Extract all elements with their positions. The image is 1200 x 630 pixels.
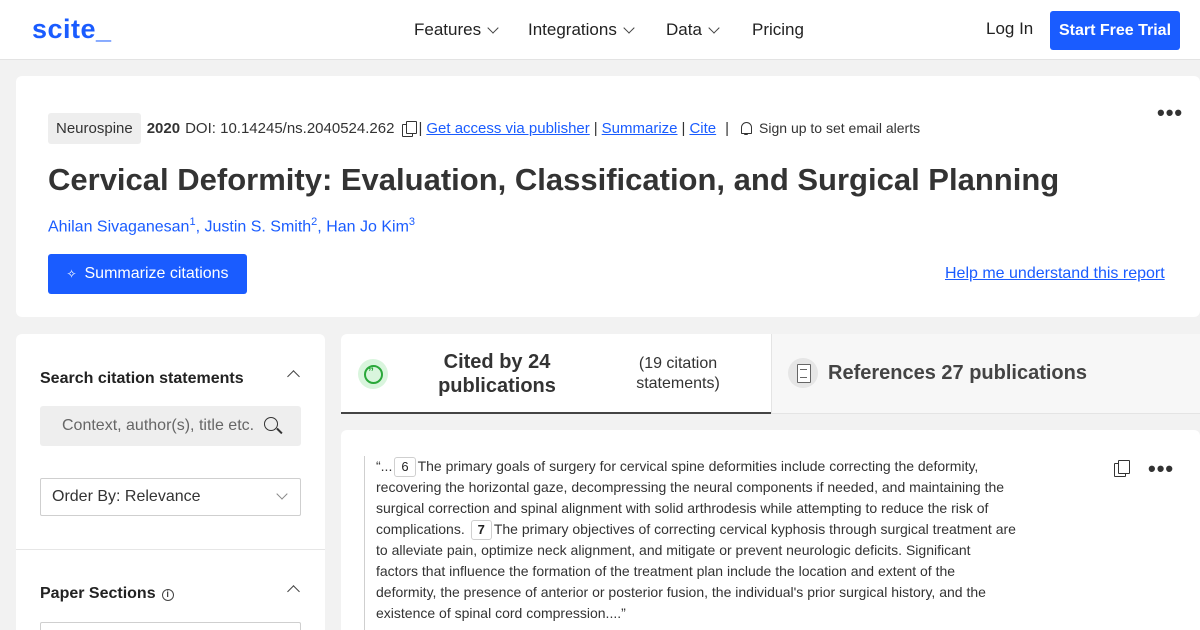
search-icon[interactable] (264, 417, 278, 431)
order-by-value: Order By: Relevance (52, 488, 201, 505)
copy-icon[interactable] (402, 120, 418, 137)
sidebar-divider (16, 549, 325, 550)
paper-sections-field[interactable] (40, 622, 301, 630)
paper-meta-row: Neurospine 2020 DOI: 10.14245/ns.2040524… (48, 112, 920, 144)
paper-header-card: Neurospine 2020 DOI: 10.14245/ns.2040524… (16, 76, 1200, 317)
doi-text: DOI: 10.14245/ns.2040524.262 (185, 119, 395, 137)
author-link[interactable]: Han Jo Kim (326, 218, 409, 235)
tab-references[interactable]: References 27 publications (771, 334, 1200, 414)
nav-pricing[interactable]: Pricing (752, 0, 804, 60)
meta-separator: | (681, 119, 686, 137)
author-affiliation: 3 (408, 216, 416, 228)
journal-badge[interactable]: Neurospine (48, 112, 141, 144)
filter-sidebar: Search citation statements Order By: Rel… (16, 334, 325, 630)
summarize-citations-button[interactable]: ✧ Summarize citations (48, 254, 247, 294)
more-options-icon[interactable]: ••• (1157, 100, 1183, 126)
search-citations-heading: Search citation statements (40, 370, 244, 387)
nav-integrations[interactable]: Integrations (528, 0, 635, 60)
start-trial-button[interactable]: Start Free Trial (1050, 11, 1180, 50)
summarize-link[interactable]: Summarize (602, 120, 678, 137)
citation-search-box (40, 406, 301, 446)
tab-cited-by[interactable]: ” Cited by 24 publications (19 citation … (341, 334, 771, 414)
chevron-down-icon (276, 488, 288, 500)
nav-pricing-label: Pricing (752, 20, 804, 39)
meta-separator: | (725, 119, 730, 137)
citation-search-input[interactable] (62, 406, 262, 446)
reference-number[interactable]: 6 (394, 457, 416, 477)
quote-open: “... (376, 458, 393, 474)
paper-sections-label: Paper Sections (40, 585, 156, 602)
chevron-down-icon (708, 21, 720, 34)
paper-title: Cervical Deformity: Evaluation, Classifi… (48, 162, 1060, 197)
chevron-up-icon[interactable] (287, 370, 300, 383)
chevron-up-icon[interactable] (287, 585, 300, 598)
publication-year: 2020 (146, 119, 181, 137)
nav-data-label: Data (666, 20, 702, 39)
citation-text: “... 6 The primary goals of surgery for ce… (376, 456, 1016, 624)
document-icon (788, 358, 818, 388)
info-icon[interactable]: i (161, 589, 174, 601)
cite-link[interactable]: Cite (689, 120, 716, 137)
login-link[interactable]: Log In (986, 19, 1033, 39)
nav-integrations-label: Integrations (528, 20, 617, 39)
author-link[interactable]: Ahilan Sivaganesan (48, 218, 189, 235)
magic-wand-icon: ✧ (66, 267, 77, 281)
author-separator: , (195, 218, 201, 236)
citation-quote: “... 6 The primary goals of surgery for ce… (364, 456, 1016, 630)
bell-icon[interactable] (739, 121, 753, 136)
more-options-icon[interactable]: ••• (1148, 456, 1174, 482)
citation-statements-count: (19 citation statements) (636, 355, 720, 392)
cited-by-count: Cited by 24 publications (438, 351, 556, 397)
summarize-citations-label: Summarize citations (84, 265, 229, 282)
meta-separator: | (418, 119, 423, 137)
author-link[interactable]: Justin S. Smith (204, 218, 311, 235)
reference-number[interactable]: 7 (470, 520, 492, 540)
top-navbar: scite_ Features Integrations Data Pricin… (0, 0, 1200, 60)
paper-sections-heading: Paper Sections i (40, 585, 174, 603)
access-publisher-link[interactable]: Get access via publisher (426, 120, 589, 137)
references-count: References 27 publications (828, 362, 1087, 384)
chevron-down-icon (623, 21, 635, 34)
help-understand-link[interactable]: Help me understand this report (945, 265, 1165, 283)
nav-features-label: Features (414, 20, 482, 39)
author-list: Ahilan Sivaganesan1, Justin S. Smith2, H… (48, 216, 415, 236)
nav-data[interactable]: Data (666, 0, 720, 60)
meta-separator: | (593, 119, 598, 137)
chevron-down-icon (487, 21, 499, 34)
scite-logo[interactable]: scite_ (32, 14, 112, 45)
order-by-select[interactable]: Order By: Relevance (40, 478, 301, 516)
citation-statement-card: “... 6 The primary goals of surgery for ce… (341, 430, 1200, 630)
email-alerts-link[interactable]: Sign up to set email alerts (759, 120, 920, 136)
citation-tabs: ” Cited by 24 publications (19 citation … (341, 334, 1200, 414)
author-separator: , (317, 218, 322, 236)
citation-statements-icon: ” (358, 359, 388, 389)
nav-features[interactable]: Features (414, 0, 499, 60)
copy-icon[interactable] (1114, 460, 1130, 477)
